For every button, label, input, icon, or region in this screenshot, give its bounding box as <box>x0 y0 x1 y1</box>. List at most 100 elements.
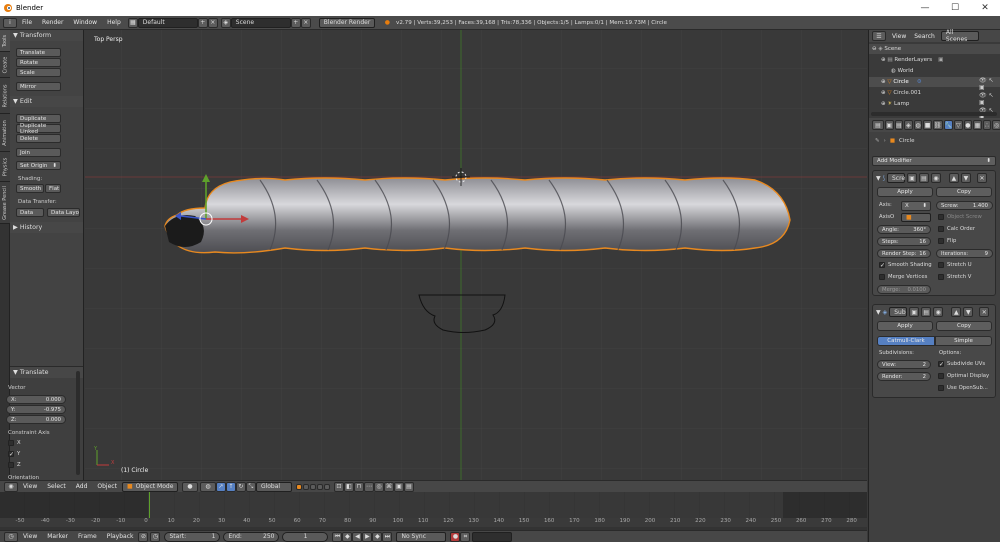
camera-icon[interactable]: ▤ <box>403 481 414 492</box>
subsurf-view-field[interactable]: View: 2 <box>877 360 931 369</box>
editor-type-icon[interactable]: ◉ <box>4 481 18 492</box>
angle-field[interactable]: Angle: 360° <box>877 225 931 234</box>
collapse-arrow-icon[interactable]: ▼ <box>876 309 881 316</box>
subdivide-uvs-checkbox[interactable]: ✓ Subdivide UVs <box>938 361 985 368</box>
pin-icon[interactable]: ✎ <box>875 138 880 144</box>
subsurf-copy-button[interactable]: Copy <box>936 321 992 331</box>
screen-layout-field[interactable]: Default <box>137 17 198 28</box>
layer-4-button[interactable] <box>316 483 323 490</box>
particles-tab-icon[interactable]: ∴ <box>982 120 992 130</box>
remove-modifier-icon[interactable]: ✕ <box>979 307 990 317</box>
mirror-button[interactable]: Mirror <box>16 82 61 91</box>
data-tab-icon[interactable]: ▽ <box>953 120 963 130</box>
pivot-point-icon[interactable]: ◍ <box>199 481 216 492</box>
tab-create[interactable]: Create <box>0 52 10 78</box>
screw-apply-button[interactable]: Apply <box>877 187 933 197</box>
axis-select[interactable]: X ⬍ <box>901 201 931 211</box>
frame-ruler[interactable]: -50 -40 -30 -20 -10 0 10 20 30 40 50 60 70 80 90 100 110… <box>0 518 867 527</box>
stretch-v-checkbox[interactable]: Stretch V <box>938 274 971 280</box>
smooth-button[interactable]: Smooth <box>16 184 44 193</box>
maximize-button[interactable]: ☐ <box>940 0 970 16</box>
merge-vertices-checkbox[interactable]: Merge Vertices <box>879 274 927 280</box>
tab-physics[interactable]: Physics <box>0 152 10 182</box>
smooth-shading-checkbox[interactable]: ✓ Smooth Shading <box>879 262 932 269</box>
outliner-row-scene[interactable]: ⊖ ◈ Scene <box>869 44 1000 54</box>
show-viewport-icon[interactable]: ▤ <box>918 173 929 183</box>
constraint-y-checkbox[interactable]: ✓ Y <box>8 451 20 458</box>
add-layout-icon[interactable]: + <box>197 17 208 28</box>
menu-select[interactable]: Select <box>42 483 71 490</box>
current-frame-field[interactable]: 1 <box>282 531 329 542</box>
add-modifier-select[interactable]: Add Modifier ⬍ <box>872 156 996 166</box>
vector-y-field[interactable]: Y: -0.975 <box>6 405 66 414</box>
vector-x-field[interactable]: X: 0.000 <box>6 395 66 404</box>
jump-end-icon[interactable]: ⏭ <box>382 531 393 542</box>
render-icon[interactable]: ⌘ <box>383 481 394 492</box>
iterations-field[interactable]: Iterations: 9 <box>936 249 993 258</box>
use-opensubdiv-checkbox[interactable]: Use OpenSub... <box>938 385 988 391</box>
duplicate-linked-button[interactable]: Duplicate Linked <box>16 123 61 135</box>
timeline[interactable]: -50 -40 -30 -20 -10 0 10 20 30 40 50 60 70 80 90 100 110… <box>0 492 867 530</box>
render-engine-select[interactable]: Blender Render <box>318 17 375 28</box>
menu-object[interactable]: Object <box>92 483 122 490</box>
scene-icon[interactable]: ◈ <box>220 17 231 28</box>
scale-button[interactable]: Scale <box>16 68 61 77</box>
layer-5-button[interactable] <box>323 483 330 490</box>
preview-range-icon[interactable]: ⊘ <box>138 531 149 542</box>
show-render-icon[interactable]: ◉ <box>933 307 944 317</box>
menu-view[interactable]: View <box>18 483 42 490</box>
snap-element-icon[interactable]: ⋯ <box>363 481 374 492</box>
minimize-button[interactable]: — <box>910 0 940 16</box>
join-button[interactable]: Join <box>16 148 61 157</box>
subsurf-modifier-name[interactable]: Sub <box>889 307 908 317</box>
remove-layout-icon[interactable]: × <box>207 17 218 28</box>
move-down-icon[interactable]: ▼ <box>963 307 974 317</box>
menu-help[interactable]: Help <box>102 19 126 26</box>
editor-type-icon[interactable]: i <box>3 17 17 28</box>
scene-field[interactable]: Scene <box>230 17 291 28</box>
constraint-z-checkbox[interactable]: Z <box>8 462 21 468</box>
proportional-edit-icon[interactable]: ◎ <box>373 481 384 492</box>
outliner-row-renderlayers[interactable]: ⊕ ▤ RenderLayers ▣ <box>869 55 1000 65</box>
constraints-tab-icon[interactable]: ⛓ <box>932 120 943 130</box>
move-up-icon[interactable]: ▲ <box>951 307 962 317</box>
edit-panel-header[interactable]: ▼ Edit <box>10 96 83 107</box>
set-origin-button[interactable]: Set Origin ⬍ <box>16 161 61 170</box>
menu-timeline-view[interactable]: View <box>18 533 42 540</box>
layers-tab-icon[interactable]: ▤ <box>894 120 904 130</box>
subsurf-apply-button[interactable]: Apply <box>877 321 933 331</box>
delete-button[interactable]: Delete <box>16 134 61 143</box>
texture-tab-icon[interactable]: ▦ <box>973 120 982 130</box>
play-reverse-icon[interactable]: ◀ <box>352 531 363 542</box>
end-frame-field[interactable]: End: 250 <box>223 531 280 542</box>
layer-1-button[interactable] <box>295 483 302 490</box>
remove-modifier-icon[interactable]: ✕ <box>976 173 987 183</box>
show-viewport-icon[interactable]: ▤ <box>921 307 932 317</box>
add-scene-icon[interactable]: + <box>290 17 301 28</box>
flat-button[interactable]: Flat <box>45 184 61 193</box>
lock-camera-icon[interactable]: ⊡ <box>333 481 344 492</box>
optimal-display-checkbox[interactable]: Optimal Display <box>938 373 989 379</box>
object-screw-checkbox[interactable]: Object Screw <box>938 214 982 220</box>
editor-type-icon[interactable]: ▤ <box>872 120 884 130</box>
layer-buttons[interactable] <box>295 483 330 490</box>
visibility-eye-icon[interactable]: 👁 ↖ ▣ <box>979 92 1000 106</box>
jump-start-icon[interactable]: ⏮ <box>332 531 343 542</box>
history-panel-header[interactable]: ▶ History <box>10 222 83 233</box>
scene-tab-icon[interactable]: ◈ <box>904 120 913 130</box>
stretch-u-checkbox[interactable]: Stretch U <box>938 262 972 268</box>
editor-type-icon[interactable]: ☰ <box>872 31 886 41</box>
menu-add[interactable]: Add <box>71 483 93 490</box>
keying-set-field[interactable] <box>472 531 513 542</box>
menu-file[interactable]: File <box>17 19 37 26</box>
editor-type-icon[interactable]: ◷ <box>4 531 18 542</box>
object-tab-icon[interactable]: ■ <box>923 120 932 130</box>
tab-relations[interactable]: Relations <box>0 78 10 114</box>
move-down-icon[interactable]: ▼ <box>960 173 971 183</box>
rotate-button[interactable]: Rotate <box>16 58 61 67</box>
viewport-shading-icon[interactable]: ● <box>181 481 198 492</box>
screw-modifier-name[interactable]: Scre <box>886 173 905 183</box>
menu-playback[interactable]: Playback <box>102 533 139 540</box>
catmull-clark-button[interactable]: Catmull-Clark <box>877 336 935 346</box>
sync-select[interactable]: No Sync <box>396 531 447 542</box>
